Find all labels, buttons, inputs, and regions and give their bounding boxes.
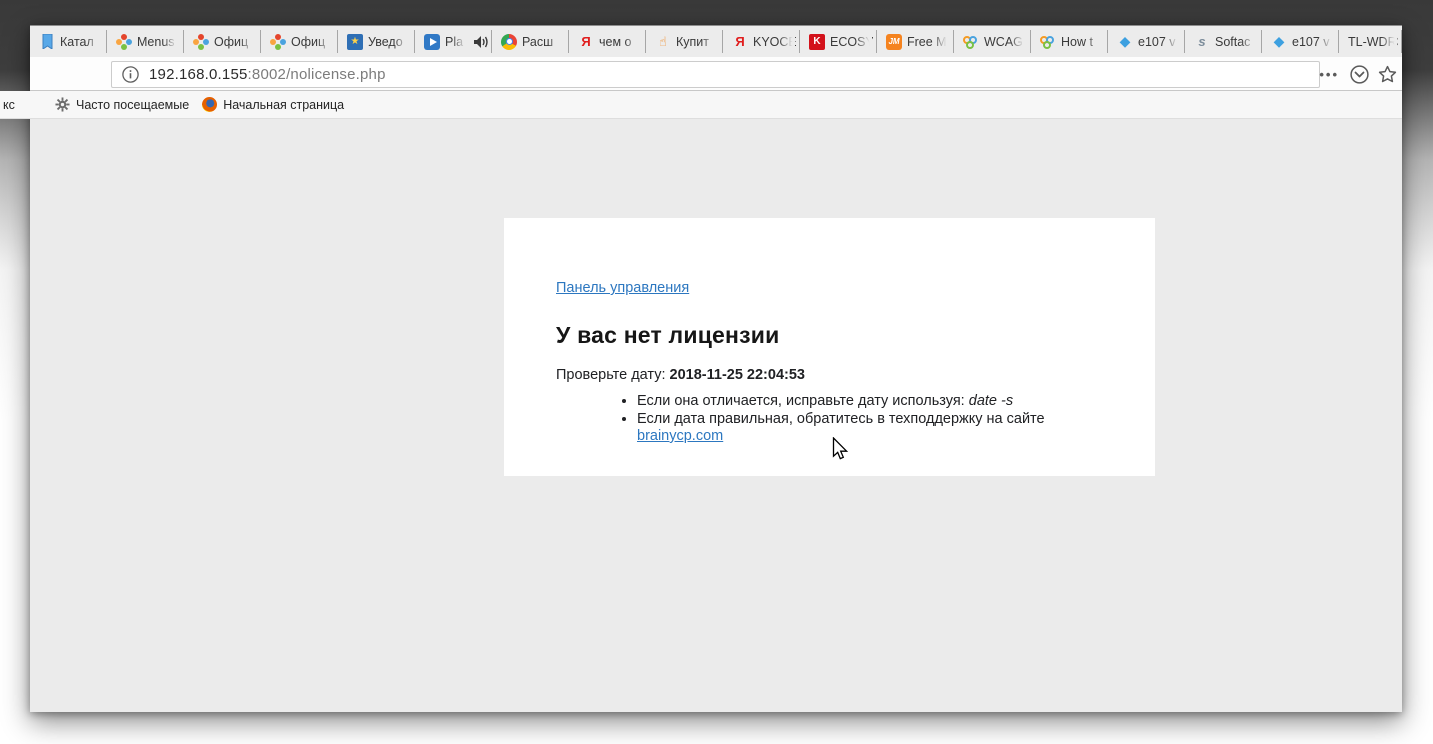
date-value: 2018-11-25 22:04:53 <box>670 367 805 383</box>
bookmarks-toolbar-fragment[interactable]: кс <box>0 91 30 119</box>
tab-official-2[interactable]: Офиц <box>261 26 338 57</box>
tab-menus[interactable]: Menus <box>107 26 184 57</box>
site-info-icon[interactable] <box>122 66 139 83</box>
tab-strip: Катал Menus Офиц Офиц ★ Уведо Pla Расш <box>30 25 1402 57</box>
e107-favicon: ◆ <box>1117 34 1133 50</box>
navbar-actions: ••• <box>1317 57 1397 91</box>
tab-label: How t <box>1061 35 1104 49</box>
joomla-favicon <box>270 34 286 50</box>
date-command: date -s <box>969 393 1013 409</box>
tab-extensions[interactable]: Расш <box>492 26 569 57</box>
tab-catalog[interactable]: Катал <box>30 26 107 57</box>
yandex-favicon: Я <box>732 34 748 50</box>
check-date-line: Проверьте дату: 2018-11-25 22:04:53 <box>556 367 1115 383</box>
tab-label: Расш <box>522 35 565 49</box>
tab-label: TL-WDR38 <box>1348 35 1398 49</box>
gear-icon <box>55 97 70 112</box>
navigation-toolbar: 192.168.0.155:8002/nolicense.php ••• <box>30 57 1402 91</box>
brainycp-link[interactable]: brainycp.com <box>637 428 723 444</box>
tab-label: Катал <box>60 35 103 49</box>
pocket-icon[interactable] <box>1350 65 1369 84</box>
bookmarks-toolbar: Часто посещаемые Начальная страница <box>30 91 1402 119</box>
tab-label: Menus <box>137 35 180 49</box>
page-actions-icon[interactable]: ••• <box>1317 67 1341 82</box>
tab-label: Pla <box>445 35 469 49</box>
tab-label: Офиц <box>291 35 334 49</box>
tab-wcag[interactable]: WCAG <box>954 26 1031 57</box>
firefox-icon <box>202 97 217 112</box>
tab-how-to[interactable]: How t <box>1031 26 1108 57</box>
tab-label: Купит <box>676 35 719 49</box>
hand-favicon: ☝ <box>655 34 671 50</box>
play-favicon <box>424 34 440 50</box>
bookmark-home-page[interactable]: Начальная страница <box>199 95 347 114</box>
tab-tl-wdr[interactable]: TL-WDR38 <box>1339 26 1402 57</box>
tab-label: чем о <box>599 35 642 49</box>
kyocera-favicon: K <box>809 34 825 50</box>
list-item: Если дата правильная, обратитесь в техпо… <box>637 411 1115 446</box>
list-item: Если она отличается, исправьте дату испо… <box>637 393 1115 411</box>
page-viewport: Панель управления У вас нет лицензии Про… <box>30 119 1402 712</box>
tab-official-1[interactable]: Офиц <box>184 26 261 57</box>
tab-free-m[interactable]: JM Free M <box>877 26 954 57</box>
tab-e107-1[interactable]: ◆ e107 v <box>1108 26 1185 57</box>
tab-ecosys[interactable]: K ECOSY <box>800 26 877 57</box>
browser-window: Катал Menus Офиц Офиц ★ Уведо Pla Расш <box>30 25 1402 712</box>
url-text: 192.168.0.155:8002/nolicense.php <box>149 66 386 83</box>
truncated-bookmark-label: кс <box>3 98 15 112</box>
tab-yandex-search-2[interactable]: Я KYOCE <box>723 26 800 57</box>
circles-favicon <box>963 34 979 50</box>
tab-label: Уведо <box>368 35 411 49</box>
chrome-favicon <box>501 34 517 50</box>
circles-favicon <box>1040 34 1056 50</box>
tab-label: e107 v <box>1292 35 1335 49</box>
tab-label: Free M <box>907 35 950 49</box>
tab-label: Офиц <box>214 35 257 49</box>
tab-notifications[interactable]: ★ Уведо <box>338 26 415 57</box>
bookmark-frequently-visited[interactable]: Часто посещаемые <box>52 95 192 114</box>
tab-label: WCAG <box>984 35 1027 49</box>
tab-label: ECOSY <box>830 35 873 49</box>
yandex-favicon: Я <box>578 34 594 50</box>
e107-favicon: ◆ <box>1271 34 1287 50</box>
tab-label: e107 v <box>1138 35 1181 49</box>
tab-label: Softac <box>1215 35 1258 49</box>
bookmark-star-icon[interactable] <box>1378 65 1397 84</box>
bookmark-label: Часто посещаемые <box>76 98 189 112</box>
tab-yandex-search-1[interactable]: Я чем о <box>569 26 646 57</box>
url-bar[interactable]: 192.168.0.155:8002/nolicense.php <box>111 61 1320 88</box>
tab-buy[interactable]: ☝ Купит <box>646 26 723 57</box>
tab-softaculous[interactable]: s Softac <box>1185 26 1262 57</box>
tab-audio-icon[interactable] <box>474 36 488 48</box>
page-title: У вас нет лицензии <box>556 322 1115 349</box>
notification-favicon: ★ <box>347 34 363 50</box>
tab-label: KYOCE <box>753 35 796 49</box>
joomag-favicon: JM <box>886 34 902 50</box>
joomla-favicon <box>193 34 209 50</box>
softaculous-favicon: s <box>1194 34 1210 50</box>
bookmark-label: Начальная страница <box>223 98 344 112</box>
license-error-card: Панель управления У вас нет лицензии Про… <box>504 218 1155 476</box>
tab-player[interactable]: Pla <box>415 26 492 57</box>
tab-e107-2[interactable]: ◆ e107 v <box>1262 26 1339 57</box>
control-panel-link[interactable]: Панель управления <box>556 280 689 296</box>
instructions-list: Если она отличается, исправьте дату испо… <box>556 393 1115 446</box>
catalog-favicon <box>39 34 55 50</box>
joomla-favicon <box>116 34 132 50</box>
